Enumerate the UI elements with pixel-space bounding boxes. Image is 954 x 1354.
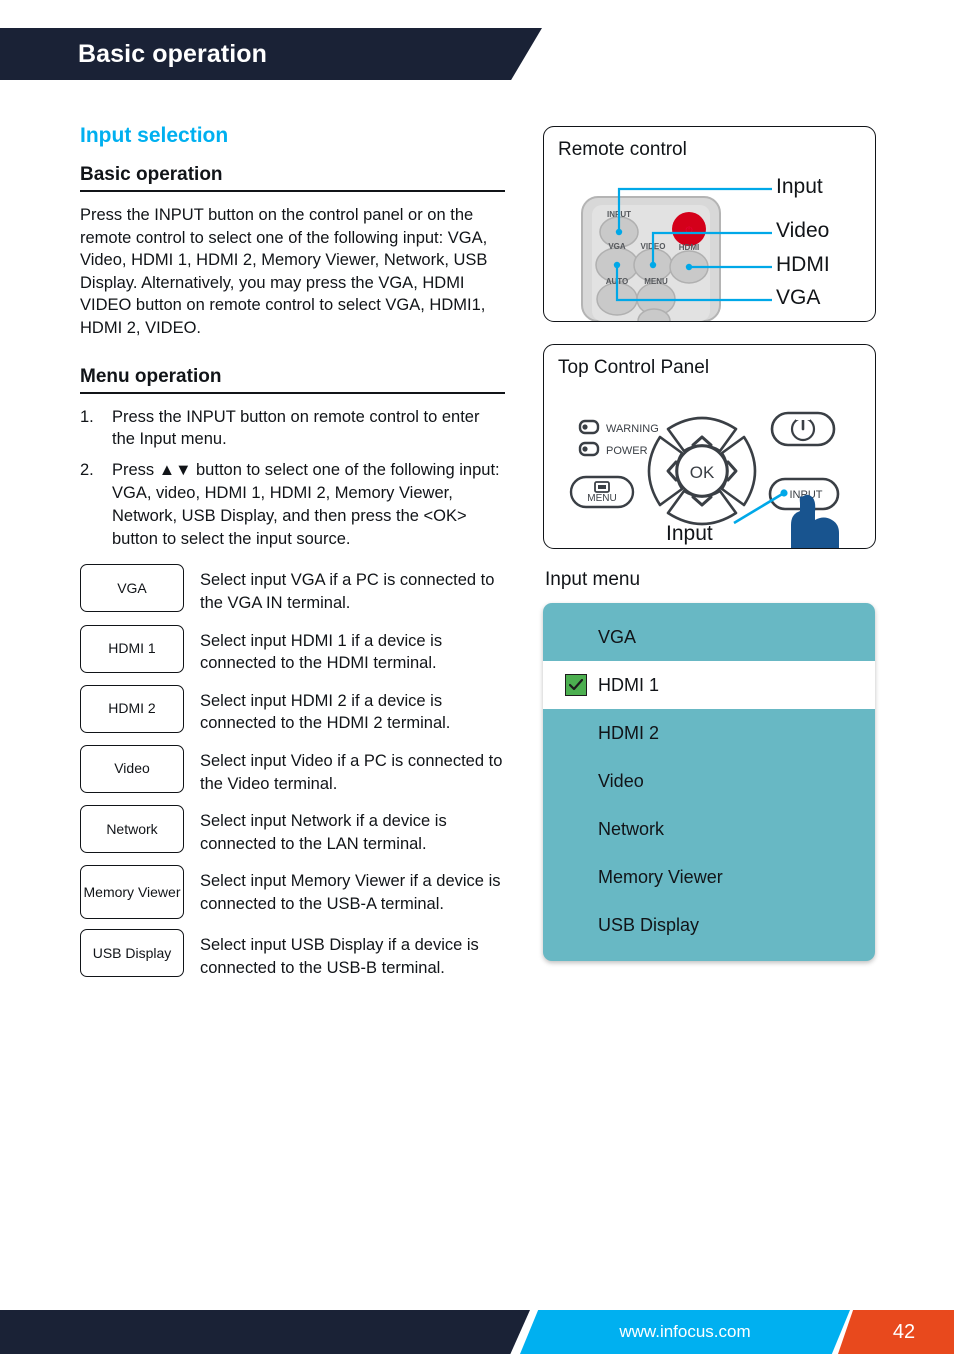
menu-item-memory-viewer[interactable]: Memory Viewer <box>543 853 875 901</box>
top-control-panel-illustration: OK INPUT <box>569 411 840 548</box>
left-content-column: Input selection Basic operation Press th… <box>80 124 510 989</box>
list-item: USB Display Select input USB Display if … <box>80 929 510 979</box>
step-number: 2. <box>80 461 94 480</box>
menu-item-vga[interactable]: VGA <box>543 613 875 661</box>
key-desc-memory-viewer: Select input Memory Viewer if a device i… <box>200 872 501 913</box>
key-box-video: Video <box>80 744 184 793</box>
menu-item-video[interactable]: Video <box>543 757 875 805</box>
subheading-basic-operation: Basic operation <box>80 164 505 192</box>
key-box-network: Network <box>80 805 184 854</box>
page-number: 42 <box>892 1320 916 1343</box>
menu-item-label: HDMI 1 <box>598 674 660 695</box>
svg-text:OK: OK <box>690 463 715 482</box>
list-item: HDMI 1 Select input HDMI 1 if a device i… <box>80 624 510 675</box>
footer-navy-band <box>0 1310 530 1354</box>
list-item: Video Select input Video if a PC is conn… <box>80 744 510 795</box>
indicator-label-warning: WARNING <box>606 423 659 435</box>
subheading-menu-operation: Menu operation <box>80 366 505 394</box>
key-desc-network: Select input Network if a device is conn… <box>200 812 447 853</box>
indicator-label-power: POWER <box>606 445 648 457</box>
step-number: 1. <box>80 407 94 426</box>
paragraph-basic-operation: Press the INPUT button on the control pa… <box>80 206 488 337</box>
callout-label-vga: VGA <box>776 286 821 309</box>
page-title: Basic operation <box>78 40 268 68</box>
key-box-vga: VGA <box>80 564 184 613</box>
callout-label-hdmi: HDMI <box>776 253 830 276</box>
svg-text:VGA: VGA <box>608 242 626 251</box>
key-desc-hdmi-1: Select input HDMI 1 if a device is conne… <box>200 631 443 673</box>
page-footer: www.infocus.com 42 <box>0 1310 954 1354</box>
key-desc-video: Select input Video if a PC is connected … <box>200 751 503 793</box>
section-title: Input selection <box>80 124 229 147</box>
page-header: Basic operation <box>0 28 560 80</box>
svg-text:HDMI: HDMI <box>679 243 699 252</box>
right-figure-column: Remote control INPUT ⏻ VGA VIDEO HDMI AU… <box>543 126 876 961</box>
key-box-usb-display: USB Display <box>80 929 184 978</box>
list-item: 2. Press ▲▼ button to select one of the … <box>80 459 505 550</box>
menu-item-hdmi-1[interactable]: HDMI 1 <box>543 661 875 709</box>
footer-website-band[interactable]: www.infocus.com <box>520 1310 850 1354</box>
menu-item-hdmi-2[interactable]: HDMI 2 <box>543 709 875 757</box>
key-desc-vga: Select input VGA if a PC is connected to… <box>200 571 495 612</box>
list-item: Memory Viewer Select input Memory Viewer… <box>80 865 510 920</box>
key-desc-hdmi-2: Select input HDMI 2 if a device is conne… <box>200 691 451 733</box>
menu-item-label: Network <box>598 818 665 839</box>
callout-label-input: Input <box>666 522 713 545</box>
list-item: 1. Press the INPUT button on remote cont… <box>80 406 505 452</box>
key-box-memory-viewer: Memory Viewer <box>80 865 184 920</box>
callout-label-video: Video <box>776 219 830 242</box>
list-item: Network Select input Network if a device… <box>80 805 510 855</box>
key-desc-usb-display: Select input USB Display if a device is … <box>200 936 479 977</box>
step-text: Press ▲▼ button to select one of the fol… <box>112 461 500 548</box>
step-text: Press the INPUT button on remote control… <box>112 407 480 449</box>
input-menu-caption: Input menu <box>545 569 641 590</box>
key-box-hdmi-1: HDMI 1 <box>80 624 184 673</box>
checkbox-checked-icon <box>565 674 587 696</box>
input-key-description-list: VGA Select input VGA if a PC is connecte… <box>80 564 510 979</box>
footer-page-band: 42 <box>838 1310 954 1354</box>
input-menu-list[interactable]: VGA HDMI 1 HDMI 2 Video Network Memory V… <box>543 603 875 961</box>
menu-button-label: MENU <box>587 493 617 504</box>
remote-control-figure: Remote control INPUT ⏻ VGA VIDEO HDMI AU… <box>543 126 876 322</box>
list-item: VGA Select input VGA if a PC is connecte… <box>80 564 510 614</box>
callout-label-input: Input <box>776 175 823 198</box>
menu-operation-steps: 1. Press the INPUT button on remote cont… <box>80 406 505 551</box>
menu-item-label: Video <box>598 770 644 791</box>
menu-item-label: HDMI 2 <box>598 722 660 743</box>
svg-text:MENU: MENU <box>644 277 668 286</box>
list-item: HDMI 2 Select input HDMI 2 if a device i… <box>80 684 510 735</box>
top-control-panel-figure: Top Control Panel OK WARNING POWER MENU … <box>543 344 876 549</box>
menu-item-label: USB Display <box>598 914 700 935</box>
footer-website-url: www.infocus.com <box>619 1322 751 1341</box>
menu-item-label: VGA <box>598 626 637 647</box>
key-box-hdmi-2: HDMI 2 <box>80 684 184 733</box>
menu-item-network[interactable]: Network <box>543 805 875 853</box>
menu-item-usb-display[interactable]: USB Display <box>543 901 875 949</box>
menu-item-label: Memory Viewer <box>598 866 723 887</box>
